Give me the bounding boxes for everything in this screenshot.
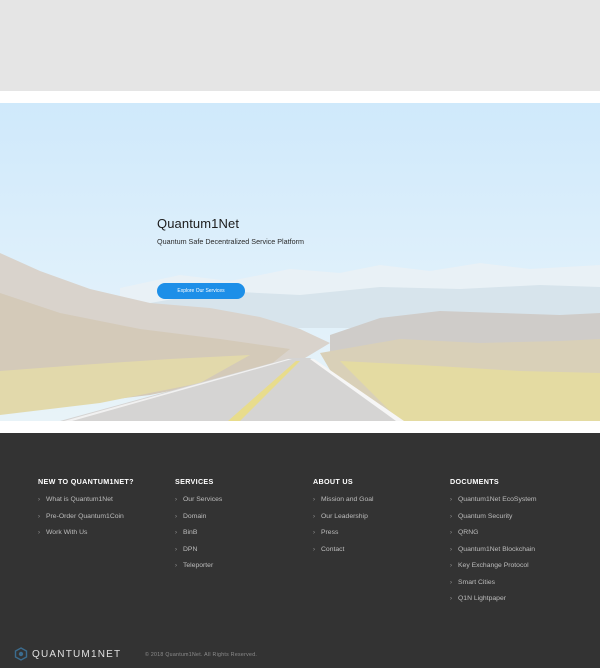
chevron-right-icon: ›: [38, 530, 40, 536]
chevron-right-icon: ›: [175, 546, 177, 553]
site-footer: NEW TO QUANTUM1NET? › What is Quantum1Net…: [0, 433, 600, 668]
hero-background-image: [0, 103, 600, 421]
footer-link-item[interactable]: › Domain: [175, 513, 222, 530]
footer-link-item[interactable]: › Press: [313, 529, 374, 546]
chevron-right-icon: ›: [175, 530, 177, 536]
footer-column-documents: DOCUMENTS › Quantum1Net EcoSystem › Quantu…: [450, 477, 537, 612]
footer-link[interactable]: Teleporter: [183, 562, 213, 569]
footer-column-about: ABOUT US › Mission and Goal › Our Leadersh…: [313, 477, 374, 562]
footer-link-item[interactable]: › Quantum1Net EcoSystem: [450, 496, 537, 513]
quantum-logo-icon: [14, 647, 28, 661]
footer-link-item[interactable]: › DPN: [175, 546, 222, 563]
chevron-right-icon: ›: [175, 513, 177, 520]
chevron-right-icon: ›: [450, 596, 452, 602]
footer-link[interactable]: Mission and Goal: [321, 496, 374, 503]
footer-link[interactable]: Key Exchange Protocol: [458, 562, 529, 569]
footer-link-item[interactable]: › Teleporter: [175, 562, 222, 579]
chevron-right-icon: ›: [450, 530, 452, 536]
footer-link-item[interactable]: › Mission and Goal: [313, 496, 374, 513]
footer-link[interactable]: Press: [321, 529, 338, 536]
chevron-right-icon: ›: [450, 563, 452, 569]
footer-column-heading: DOCUMENTS: [450, 477, 500, 486]
footer-link[interactable]: Smart Cities: [458, 579, 495, 586]
footer-link-item[interactable]: › Work With Us: [38, 529, 134, 546]
explore-services-button[interactable]: Explore Our Services: [157, 283, 245, 299]
footer-link[interactable]: Quantum Security: [458, 513, 512, 520]
footer-link[interactable]: Q1N Lightpaper: [458, 595, 506, 602]
chevron-right-icon: ›: [313, 546, 315, 553]
chevron-right-icon: ›: [450, 513, 452, 520]
copyright-text: © 2018 Quantum1Net. All Rights Reserved.: [145, 652, 258, 658]
footer-link-item[interactable]: › Key Exchange Protocol: [450, 562, 537, 579]
footer-link-item[interactable]: › BinB: [175, 529, 222, 546]
footer-column-heading: SERVICES: [175, 477, 214, 486]
chevron-right-icon: ›: [175, 563, 177, 569]
chevron-right-icon: ›: [450, 497, 452, 503]
chevron-right-icon: ›: [38, 513, 40, 520]
chevron-right-icon: ›: [313, 513, 315, 520]
footer-link[interactable]: Pre-Order Quantum1Coin: [46, 513, 124, 520]
footer-link[interactable]: Domain: [183, 513, 206, 520]
footer-link-item[interactable]: › What is Quantum1Net: [38, 496, 134, 513]
footer-link[interactable]: DPN: [183, 546, 197, 553]
chevron-right-icon: ›: [450, 546, 452, 553]
footer-column-new: NEW TO QUANTUM1NET? › What is Quantum1Net…: [38, 477, 134, 546]
footer-link[interactable]: Quantum1Net Blockchain: [458, 546, 535, 553]
footer-link-item[interactable]: › Quantum Security: [450, 513, 537, 530]
top-banner-placeholder: [0, 0, 600, 91]
footer-link[interactable]: Quantum1Net EcoSystem: [458, 496, 537, 503]
footer-logo[interactable]: QUANTUM1NET: [14, 646, 121, 662]
chevron-right-icon: ›: [38, 497, 40, 503]
footer-link[interactable]: What is Quantum1Net: [46, 496, 113, 503]
footer-link-item[interactable]: › Quantum1Net Blockchain: [450, 546, 537, 563]
chevron-right-icon: ›: [313, 530, 315, 536]
footer-column-services: SERVICES › Our Services › Domain › BinB › DP…: [175, 477, 222, 579]
footer-link-item[interactable]: › QRNG: [450, 529, 537, 546]
footer-column-heading: NEW TO QUANTUM1NET?: [38, 477, 134, 486]
chevron-right-icon: ›: [175, 497, 177, 503]
footer-link-item[interactable]: › Pre-Order Quantum1Coin: [38, 513, 134, 530]
chevron-right-icon: ›: [450, 579, 452, 586]
footer-link-item[interactable]: › Smart Cities: [450, 579, 537, 596]
hero-subtitle: Quantum Safe Decentralized Service Platf…: [157, 237, 305, 246]
footer-link-item[interactable]: › Our Leadership: [313, 513, 374, 530]
hero-title: Quantum1Net: [157, 216, 240, 231]
footer-link-item[interactable]: › Q1N Lightpaper: [450, 595, 537, 612]
footer-link[interactable]: Work With Us: [46, 529, 87, 536]
footer-link-item[interactable]: › Our Services: [175, 496, 222, 513]
footer-link[interactable]: BinB: [183, 529, 197, 536]
logo-wordmark: QUANTUM1NET: [32, 648, 122, 660]
footer-link[interactable]: QRNG: [458, 529, 478, 536]
footer-link-item[interactable]: › Contact: [313, 546, 374, 563]
footer-link[interactable]: Our Services: [183, 496, 222, 503]
hero-section: Quantum1Net Quantum Safe Decentralized S…: [0, 103, 600, 421]
chevron-right-icon: ›: [313, 497, 315, 503]
footer-link[interactable]: Contact: [321, 546, 344, 553]
footer-column-heading: ABOUT US: [313, 477, 353, 486]
footer-link[interactable]: Our Leadership: [321, 513, 368, 520]
